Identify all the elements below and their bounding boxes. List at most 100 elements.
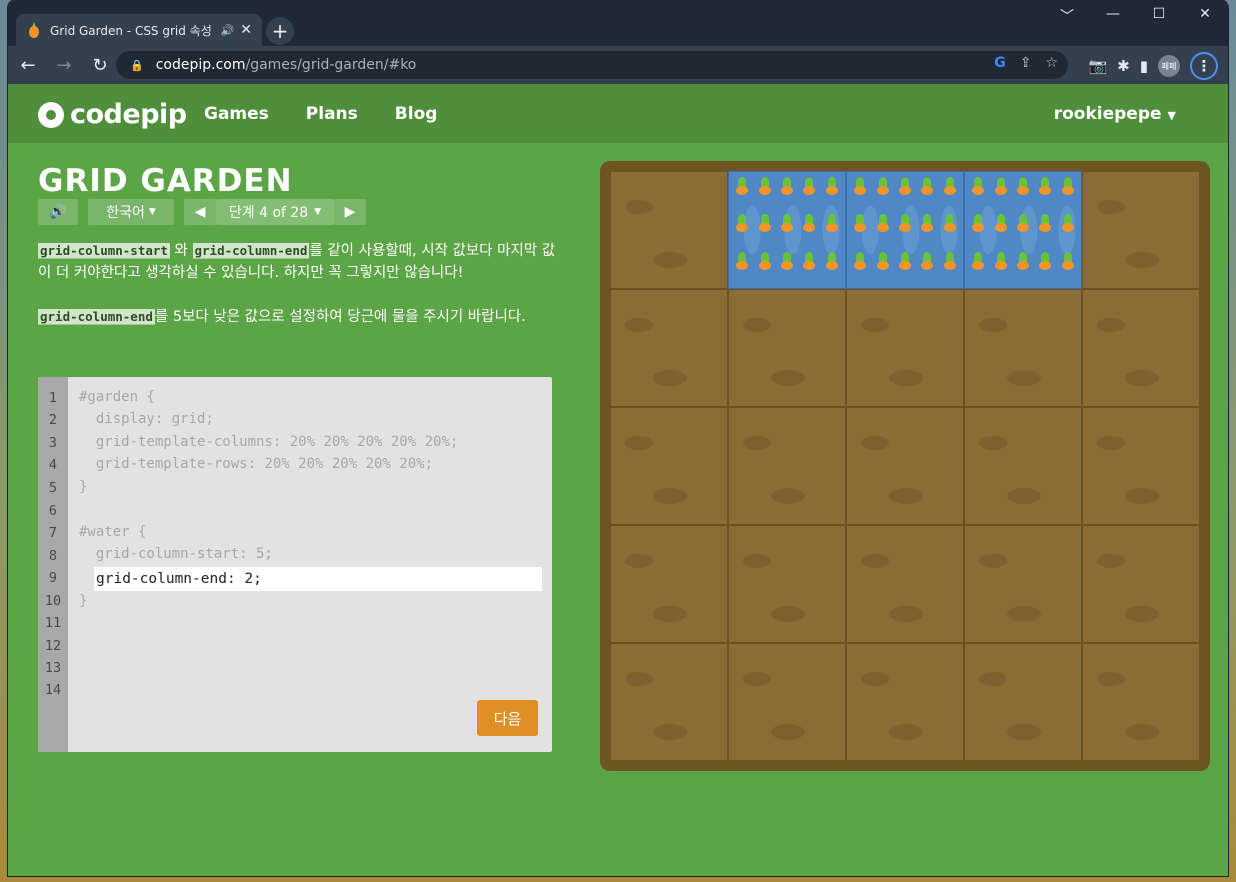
carrot-icon: [776, 211, 798, 248]
carrot-root: [736, 186, 749, 195]
next-level-button[interactable]: ▶: [334, 199, 366, 225]
next-button[interactable]: 다음: [477, 700, 538, 736]
carrot-root: [736, 223, 749, 233]
forward-icon[interactable]: →: [48, 49, 80, 81]
address-bar[interactable]: 🔒 codepip.com/games/grid-garden/#ko G ⇪ …: [116, 51, 1068, 79]
carrot-root: [854, 186, 867, 195]
line-number: 3: [48, 435, 58, 451]
carrot-root: [943, 186, 956, 195]
carrot-root: [994, 186, 1007, 195]
carrot-icon: [916, 174, 938, 211]
kebab-menu-icon[interactable]: ⋮: [1190, 52, 1218, 80]
bookmark-star-icon[interactable]: ☆: [1045, 55, 1058, 71]
profile-avatar[interactable]: 페페: [1158, 55, 1180, 77]
lock-icon[interactable]: 🔒: [130, 59, 144, 72]
caret-down-icon: ▼: [1167, 109, 1176, 122]
share-icon[interactable]: ⇪: [1020, 55, 1032, 71]
carrot-icon: [821, 211, 843, 248]
reload-icon[interactable]: ↻: [84, 49, 116, 81]
extensions-puzzle-icon[interactable]: ✱: [1117, 57, 1130, 75]
nav-plans[interactable]: Plans: [306, 104, 358, 124]
garden-grid: [610, 171, 1200, 761]
side-panel-icon[interactable]: ▮: [1140, 57, 1148, 75]
carrot-root: [1061, 186, 1074, 195]
css-editor: 1 2 3 4 5 6 7 8 9 10 11 12 13 14 #garden…: [38, 377, 552, 752]
carrot-root: [758, 260, 771, 270]
level-navigation: ◀ 단계 4 of 28 ▼ ▶: [184, 199, 366, 225]
css-input[interactable]: [94, 567, 542, 591]
sound-toggle-button[interactable]: 🔊: [38, 199, 78, 225]
game-title: GRID GARDEN: [38, 163, 293, 199]
instructions: grid-column-start 와 grid-column-end 를 같이 …: [38, 240, 558, 350]
code-line: grid-template-rows: 20% 20% 20% 20% 20%;: [79, 456, 434, 472]
nav-blog[interactable]: Blog: [395, 104, 438, 124]
language-select[interactable]: 한국어 ▼: [88, 199, 174, 225]
instruction-text: 와: [169, 243, 193, 259]
level-select[interactable]: 단계 4 of 28 ▼: [216, 199, 334, 225]
carrot-icon: [753, 211, 775, 248]
url-host: codepip.com: [155, 57, 246, 73]
carrot-root: [825, 186, 838, 195]
carrot-icon: [989, 174, 1011, 211]
carrot-root: [994, 260, 1007, 270]
google-icon[interactable]: G: [994, 55, 1006, 71]
carrot-group: [849, 174, 961, 286]
camera-icon[interactable]: 📷: [1088, 57, 1107, 75]
nav-games[interactable]: Games: [204, 104, 269, 124]
carrot-root: [1061, 223, 1074, 233]
code-line: #water {: [79, 524, 147, 540]
carrot-root: [943, 223, 956, 233]
carrot-root: [854, 260, 867, 270]
minimize-window-icon[interactable]: —: [1090, 6, 1136, 22]
maximize-icon[interactable]: ☐: [1136, 6, 1182, 22]
instruction-paragraph-1: grid-column-start 와 grid-column-end 를 같이 …: [38, 240, 558, 284]
carrot-favicon-icon: [26, 22, 42, 38]
line-number: 10: [44, 593, 62, 609]
carrot-icon: [798, 174, 820, 211]
line-number: 5: [48, 480, 58, 496]
carrot-icon: [1034, 211, 1056, 248]
carrot-root: [780, 223, 793, 233]
carrot-root: [1016, 260, 1029, 270]
code-line: #garden {: [79, 389, 155, 405]
codepip-logo-icon: [38, 101, 64, 128]
watered-plot: [728, 171, 846, 289]
carrot-root: [1039, 186, 1052, 195]
dirt-plot: [610, 643, 728, 761]
codepip-logo[interactable]: codepip: [38, 99, 187, 130]
code-snippet: grid-column-end: [192, 243, 310, 259]
carrot-icon: [916, 249, 938, 286]
carrot-root: [1039, 260, 1052, 270]
dirt-plot: [964, 525, 1082, 643]
browser-toolbar: ← → ↻ 🔒 codepip.com/games/grid-garden/#k…: [8, 46, 1228, 84]
browser-tab[interactable]: Grid Garden - CSS grid 속성 🔊 ✕: [16, 14, 262, 46]
browser-window: Grid Garden - CSS grid 속성 🔊 ✕ + ﹀ — ☐ ✕ …: [8, 0, 1228, 876]
previous-level-button[interactable]: ◀: [184, 199, 216, 225]
user-menu[interactable]: rookiepepe ▼: [1054, 104, 1176, 124]
dirt-plot: [1082, 525, 1200, 643]
tab-title: Grid Garden - CSS grid 속성: [50, 23, 212, 38]
code-line: display: grid;: [79, 411, 214, 427]
carrot-root: [803, 223, 816, 233]
close-window-icon[interactable]: ✕: [1182, 6, 1228, 22]
carrot-root: [994, 223, 1007, 233]
dirt-plot: [610, 407, 728, 525]
tab-bar: Grid Garden - CSS grid 속성 🔊 ✕ + ﹀ — ☐ ✕: [8, 0, 1228, 46]
carrot-root: [758, 186, 771, 195]
carrot-root: [1039, 223, 1052, 233]
carrot-root: [921, 260, 934, 270]
close-tab-icon[interactable]: ✕: [240, 22, 252, 38]
new-tab-button[interactable]: +: [266, 17, 294, 45]
carrot-root: [921, 186, 934, 195]
minimize-icon[interactable]: ﹀: [1044, 6, 1090, 26]
speaker-icon[interactable]: 🔊: [221, 24, 235, 37]
carrot-icon: [939, 174, 961, 211]
dirt-plot: [846, 289, 964, 407]
caret-down-icon: ▼: [148, 207, 156, 217]
carrot-root: [780, 260, 793, 270]
back-icon[interactable]: ←: [12, 49, 44, 81]
line-number: 11: [44, 615, 62, 631]
carrot-icon: [1012, 249, 1034, 286]
carrot-icon: [1057, 249, 1079, 286]
carrot-root: [780, 186, 793, 195]
